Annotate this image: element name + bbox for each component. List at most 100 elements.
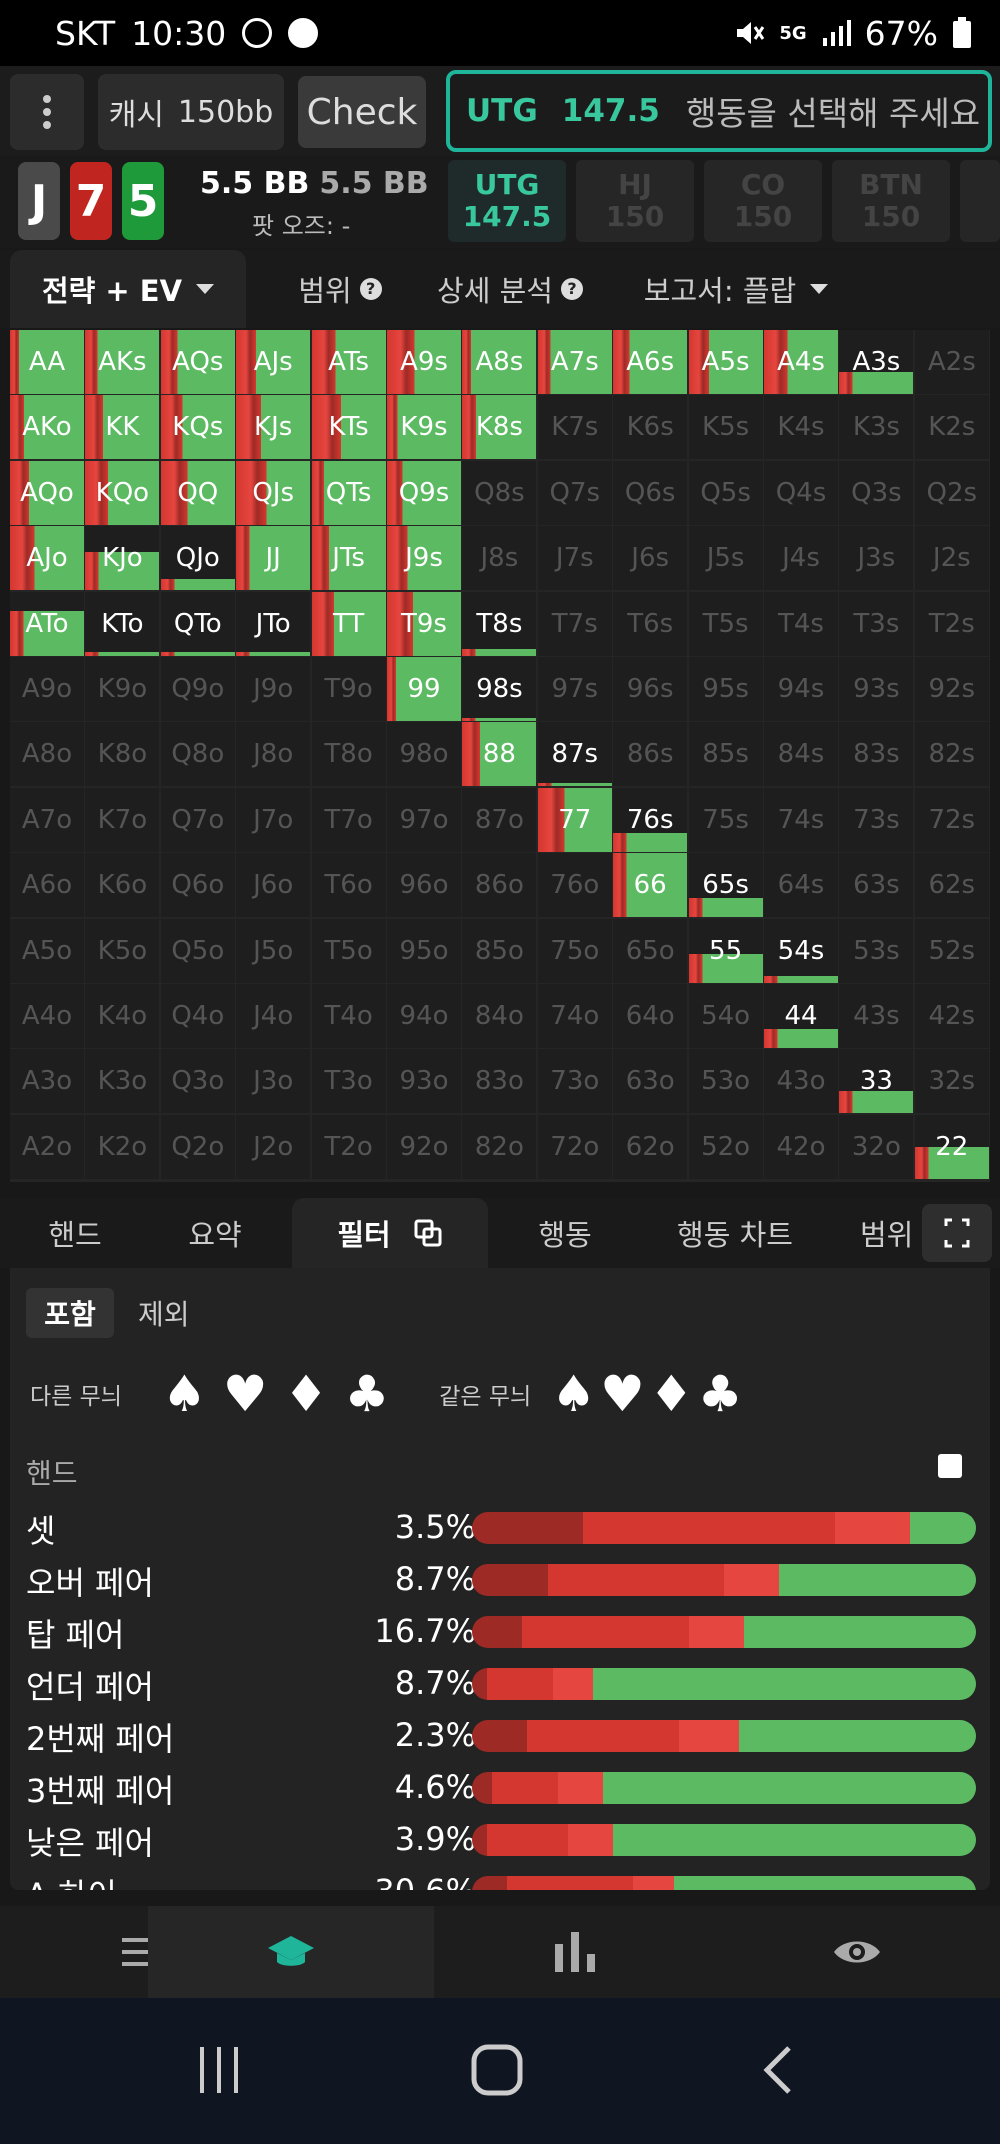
hand-cell[interactable]: A5s — [688, 330, 763, 394]
hand-cell[interactable]: Q3s — [839, 460, 914, 525]
hand-cell[interactable]: J5s — [688, 526, 763, 591]
spade-suited-icon[interactable]: ♠ — [551, 1365, 596, 1423]
hand-cell[interactable]: KQs — [160, 395, 235, 460]
hand-cell[interactable]: T9s — [387, 591, 461, 656]
hand-cell[interactable]: 63s — [839, 853, 914, 918]
hand-cell[interactable]: A7s — [537, 330, 612, 394]
hand-cell[interactable]: 95o — [387, 918, 461, 983]
hand-cell[interactable]: 32s — [914, 1049, 989, 1114]
hand-cell[interactable]: 86o — [462, 853, 537, 918]
hand-cell[interactable]: QTo — [160, 591, 235, 656]
tab-report-flop[interactable]: 보고서: 플랍 — [626, 250, 846, 328]
hand-category-row[interactable]: 낮은 페어 3.9% — [26, 1814, 986, 1866]
club-icon[interactable]: ♣ — [344, 1365, 389, 1423]
back-button[interactable] — [732, 2032, 822, 2108]
hand-cell[interactable]: T5s — [688, 591, 763, 656]
hand-cell[interactable]: 93o — [387, 1049, 461, 1114]
hand-cell[interactable]: 83o — [462, 1049, 537, 1114]
hand-cell[interactable]: 53s — [839, 918, 914, 983]
hand-category-row[interactable]: 오버 페어 8.7% — [26, 1554, 986, 1606]
hand-cell[interactable]: 54o — [688, 984, 763, 1048]
hand-cell[interactable]: 83s — [839, 722, 914, 787]
hand-cell[interactable]: 63o — [613, 1049, 688, 1114]
hand-cell[interactable]: QTs — [311, 460, 386, 525]
hand-cell[interactable]: 73o — [537, 1049, 612, 1114]
hand-cell[interactable]: 52s — [914, 918, 989, 983]
hand-cell[interactable]: Q2s — [914, 460, 989, 525]
hand-cell[interactable]: JTo — [236, 591, 311, 656]
hand-category-row[interactable]: 3번째 페어 4.6% — [26, 1762, 986, 1814]
hand-cell[interactable]: J6o — [236, 853, 311, 918]
hand-cell[interactable]: 97o — [387, 787, 461, 852]
include-toggle[interactable]: 포함 — [26, 1288, 114, 1338]
hand-cell[interactable]: KQo — [85, 460, 160, 525]
hand-cell[interactable]: Q9s — [387, 460, 461, 525]
nav-stats[interactable] — [432, 1906, 718, 1998]
hand-cell[interactable]: T6s — [613, 591, 688, 656]
hand-cell[interactable]: 65s — [688, 853, 763, 918]
hand-cell[interactable]: 87o — [462, 787, 537, 852]
select-checkbox[interactable] — [938, 1454, 962, 1478]
seat-co[interactable]: CO 150 — [704, 160, 822, 242]
hand-cell[interactable]: JJ — [236, 526, 311, 591]
hand-cell[interactable]: Q4s — [764, 460, 838, 525]
hand-cell[interactable]: 92o — [387, 1114, 461, 1179]
hand-cell[interactable]: J9o — [236, 657, 311, 721]
hand-category-row[interactable]: A 하이 30.6% — [26, 1866, 986, 1890]
hand-cell[interactable]: A4s — [764, 330, 838, 394]
hand-cell[interactable]: 75o — [537, 918, 612, 983]
hand-cell[interactable]: AQs — [160, 330, 235, 394]
help-icon[interactable]: ? — [359, 278, 382, 300]
hand-cell[interactable]: Q5s — [688, 460, 763, 525]
hand-cell[interactable]: K8s — [462, 395, 537, 460]
cash-button[interactable]: 캐시 150bb — [98, 74, 284, 150]
hand-cell[interactable]: 42s — [914, 984, 989, 1048]
hand-cell[interactable]: T3o — [311, 1049, 386, 1114]
hand-cell[interactable]: KTs — [311, 395, 386, 460]
hand-cell[interactable]: T7s — [537, 591, 612, 656]
heart-icon[interactable]: ♥ — [223, 1365, 268, 1423]
hand-cell[interactable]: 96s — [613, 657, 688, 721]
hand-cell[interactable]: 85o — [462, 918, 537, 983]
hand-cell[interactable]: K6o — [85, 853, 160, 918]
hand-cell[interactable]: 62s — [914, 853, 989, 918]
hand-cell[interactable]: T3s — [839, 591, 914, 656]
hand-cell[interactable]: A3s — [839, 330, 914, 394]
hand-cell[interactable]: J8o — [236, 722, 311, 787]
hand-cell[interactable]: Q7o — [160, 787, 235, 852]
hand-cell[interactable]: K7o — [85, 787, 160, 852]
hand-cell[interactable]: 98o — [387, 722, 461, 787]
hand-cell[interactable]: K4s — [764, 395, 838, 460]
tab-range[interactable]: 범위? — [280, 250, 400, 328]
hand-cell[interactable]: AJo — [10, 526, 84, 591]
hand-cell[interactable]: J8s — [462, 526, 537, 591]
hand-cell[interactable]: TT — [311, 591, 386, 656]
hand-cell[interactable]: Q3o — [160, 1049, 235, 1114]
hand-cell[interactable]: A7o — [10, 787, 84, 852]
hand-cell[interactable]: Q5o — [160, 918, 235, 983]
hand-cell[interactable]: K9s — [387, 395, 461, 460]
hand-cell[interactable]: 44 — [764, 984, 838, 1048]
tab-action[interactable]: 행동 — [510, 1198, 620, 1268]
hand-cell[interactable]: A9o — [10, 657, 84, 721]
hand-cell[interactable]: 32o — [839, 1114, 914, 1179]
hand-cell[interactable]: J7o — [236, 787, 311, 852]
hand-cell[interactable]: 33 — [839, 1049, 914, 1114]
hand-cell[interactable]: A6s — [613, 330, 688, 394]
hand-cell[interactable]: Q7s — [537, 460, 612, 525]
hand-cell[interactable]: T8s — [462, 591, 537, 656]
hand-cell[interactable]: A5o — [10, 918, 84, 983]
hand-cell[interactable]: 74o — [537, 984, 612, 1048]
hand-cell[interactable]: K4o — [85, 984, 160, 1048]
hand-cell[interactable]: KTo — [85, 591, 160, 656]
hand-cell[interactable]: QJo — [160, 526, 235, 591]
hand-cell[interactable]: AKo — [10, 395, 84, 460]
heart-suited-icon[interactable]: ♥ — [600, 1365, 645, 1423]
hand-cell[interactable]: K6s — [613, 395, 688, 460]
hand-cell[interactable]: 84s — [764, 722, 838, 787]
hand-cell[interactable]: Q9o — [160, 657, 235, 721]
hand-cell[interactable]: QJs — [236, 460, 311, 525]
hand-cell[interactable]: A4o — [10, 984, 84, 1048]
hand-cell[interactable]: J4o — [236, 984, 311, 1048]
help-icon[interactable]: ? — [560, 278, 583, 300]
